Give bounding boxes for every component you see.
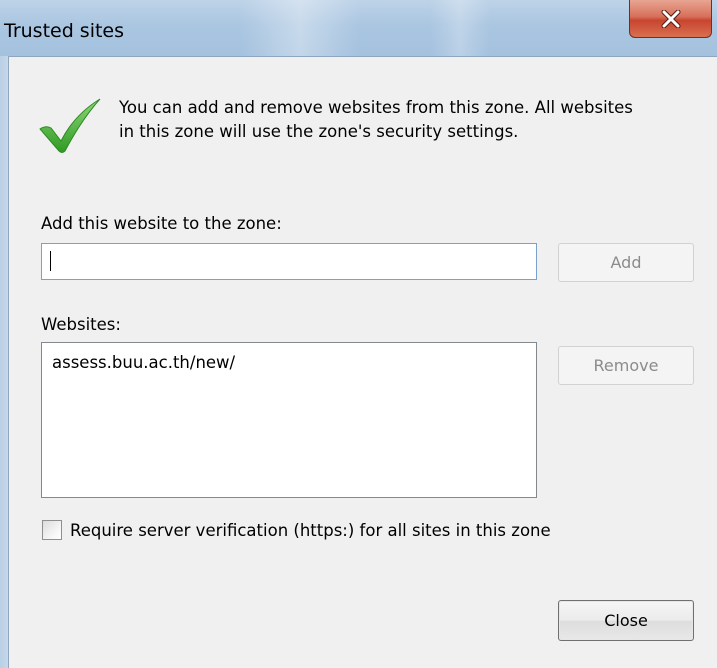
list-item[interactable]: assess.buu.ac.th/new/ (52, 350, 526, 376)
title-bar-highlight (240, 0, 360, 56)
require-verification-checkbox[interactable] (42, 520, 62, 540)
checkmark-icon (39, 98, 101, 153)
window-left-border (0, 56, 8, 668)
add-website-label: Add this website to the zone: (41, 214, 282, 233)
text-caret (50, 251, 51, 271)
trusted-sites-dialog: Trusted sites You can add and remove web… (0, 0, 717, 668)
title-bar-highlight (430, 0, 490, 56)
title-bar[interactable]: Trusted sites (0, 0, 717, 56)
window-title: Trusted sites (4, 20, 125, 42)
window-close-button[interactable] (629, 0, 712, 38)
websites-list[interactable]: assess.buu.ac.th/new/ (41, 342, 537, 498)
intro-line: in this zone will use the zone's securit… (119, 122, 519, 141)
close-button[interactable]: Close (558, 600, 694, 641)
close-icon (661, 9, 680, 28)
intro-text: You can add and remove websites from thi… (119, 96, 709, 144)
websites-label: Websites: (41, 315, 121, 334)
require-verification-label[interactable]: Require server verification (https:) for… (70, 521, 551, 540)
remove-button[interactable]: Remove (558, 346, 694, 385)
intro-line: You can add and remove websites from thi… (119, 98, 633, 117)
add-button[interactable]: Add (558, 243, 694, 282)
website-input[interactable] (41, 243, 537, 280)
